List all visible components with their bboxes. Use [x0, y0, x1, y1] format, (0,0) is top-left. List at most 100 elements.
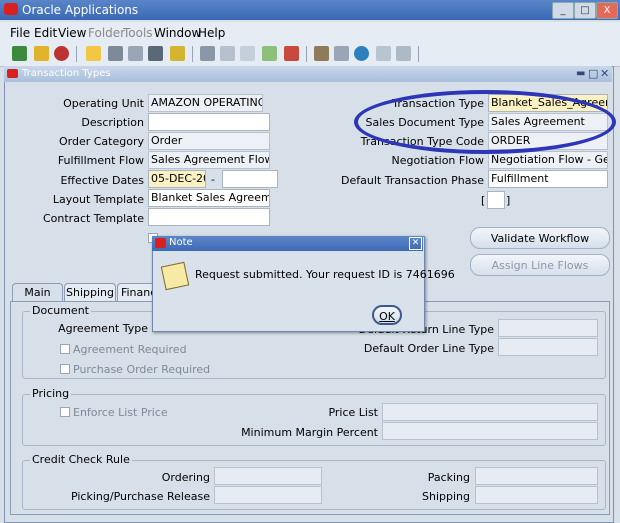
default-order-line-type-field[interactable]: [498, 338, 598, 356]
flexfield-bracket-close: ]: [506, 194, 511, 207]
packing-label: Packing: [427, 471, 470, 484]
form-title-bar: Transaction Types ▬ □ ✕: [4, 66, 612, 82]
ordering-label: Ordering: [161, 471, 210, 484]
paste-icon[interactable]: [240, 46, 255, 61]
note-dialog-title: Note: [169, 237, 193, 248]
negotiation-flow-label: Negotiation Flow: [391, 154, 485, 167]
assign-line-flows-button[interactable]: Assign Line Flows: [470, 254, 610, 276]
ok-button[interactable]: OK: [372, 305, 402, 325]
descriptive-flexfield[interactable]: [487, 191, 505, 209]
shipping-field[interactable]: [475, 486, 598, 504]
menu-window[interactable]: Window: [154, 26, 201, 40]
tab-shipping[interactable]: Shipping: [64, 283, 116, 301]
oracle-logo-icon: [155, 238, 166, 248]
description-field[interactable]: [148, 113, 270, 131]
packing-field[interactable]: [475, 467, 598, 485]
close-button[interactable]: X: [596, 2, 618, 19]
zoom-record-icon[interactable]: [334, 46, 349, 61]
effective-date-from-field[interactable]: 05-DEC-201: [148, 170, 206, 188]
save-proceed-icon[interactable]: [128, 46, 143, 61]
toolbar-separator: [306, 46, 307, 62]
menu-view[interactable]: View: [58, 26, 86, 40]
form-maximize-icon[interactable]: □: [588, 67, 598, 80]
minimize-button[interactable]: _: [552, 2, 574, 19]
shipping-label: Shipping: [422, 490, 470, 503]
agreement-required-checkbox[interactable]: Agreement Required: [60, 343, 187, 356]
operating-unit-label: Operating Unit: [63, 97, 144, 110]
form-close-icon[interactable]: ✕: [600, 67, 609, 80]
tab-main[interactable]: Main: [12, 283, 63, 302]
menu-help[interactable]: Help: [198, 26, 225, 40]
toolbar-separator: [418, 46, 419, 62]
app-title: Oracle Applications: [22, 3, 139, 17]
contract-template-field[interactable]: [148, 208, 270, 226]
toolbar: ?: [0, 42, 620, 104]
copy-icon[interactable]: [220, 46, 235, 61]
picking-release-field[interactable]: [214, 486, 322, 504]
menu-folder[interactable]: Folder: [88, 26, 125, 40]
highlight-ellipse: [354, 90, 616, 154]
agreement-required-label: Agreement Required: [73, 343, 187, 356]
fulfillment-flow-field[interactable]: Sales Agreement Flow - G: [148, 151, 270, 169]
new-row-icon[interactable]: [262, 46, 277, 61]
zoom-icon[interactable]: [54, 46, 69, 61]
menu-bar: File Edit View Folder Tools Window Help: [0, 22, 620, 42]
minimum-margin-field[interactable]: [382, 422, 598, 440]
attachments-icon[interactable]: [376, 46, 391, 61]
price-list-field[interactable]: [382, 403, 598, 421]
fulfillment-flow-label: Fulfillment Flow: [57, 154, 144, 167]
maximize-button[interactable]: □: [574, 2, 596, 19]
price-list-label: Price List: [328, 406, 378, 419]
minimum-margin-label: Minimum Margin Percent: [241, 426, 378, 439]
effective-date-to-field[interactable]: [222, 170, 278, 188]
default-order-line-type-label: Default Order Line Type: [363, 342, 494, 355]
enforce-list-price-checkbox[interactable]: Enforce List Price: [60, 406, 168, 419]
folder-tools-icon[interactable]: [396, 46, 411, 61]
menu-file[interactable]: File: [10, 26, 30, 40]
layout-template-field[interactable]: Blanket Sales Agreement: [148, 189, 270, 207]
po-required-label: Purchase Order Required: [73, 363, 211, 376]
app-title-bar: Oracle Applications _ □ X: [0, 0, 620, 20]
default-return-line-type-field[interactable]: [498, 319, 598, 337]
checkbox-box: [60, 364, 70, 374]
picking-release-label: Picking/Purchase Release: [70, 490, 210, 503]
default-transaction-phase-field[interactable]: Fulfillment: [488, 170, 608, 188]
open-folder-icon[interactable]: [86, 46, 101, 61]
ordering-field[interactable]: [214, 467, 322, 485]
checkbox-box: [60, 344, 70, 354]
close-form-icon[interactable]: [170, 46, 185, 61]
dialog-close-icon[interactable]: ✕: [409, 237, 422, 250]
save-icon[interactable]: [108, 46, 123, 61]
form-title: Transaction Types: [22, 68, 111, 79]
negotiation-flow-field[interactable]: Negotiation Flow - Generic: [488, 151, 608, 169]
validate-workflow-button[interactable]: Validate Workflow: [470, 227, 610, 249]
order-category-label: Order Category: [58, 135, 144, 148]
menu-edit[interactable]: Edit: [34, 26, 57, 40]
po-required-checkbox[interactable]: Purchase Order Required: [60, 363, 210, 376]
date-range-separator: -: [211, 173, 215, 186]
print-icon[interactable]: [148, 46, 163, 61]
edit-field-icon[interactable]: [314, 46, 329, 61]
agreement-type-label: Agreement Type: [58, 322, 148, 335]
oracle-logo-icon: [4, 3, 18, 15]
document-group-title: Document: [30, 304, 91, 317]
translations-icon[interactable]: [354, 46, 369, 61]
note-dialog-title-bar: Note ✕: [152, 236, 423, 251]
navigator-icon[interactable]: [34, 46, 49, 61]
cut-icon[interactable]: [200, 46, 215, 61]
description-label: Description: [81, 116, 144, 129]
form-minimize-icon[interactable]: ▬: [576, 68, 585, 79]
menu-tools[interactable]: Tools: [123, 26, 153, 40]
dialog-message: Request submitted. Your request ID is 74…: [195, 268, 455, 281]
delete-icon[interactable]: [284, 46, 299, 61]
oracle-logo-icon: [7, 69, 18, 78]
new-record-icon[interactable]: [12, 46, 27, 61]
order-category-field[interactable]: Order: [148, 132, 270, 150]
flexfield-bracket-open: [: [481, 194, 486, 207]
operating-unit-field[interactable]: AMAZON OPERATING: [148, 94, 263, 112]
credit-check-group-title: Credit Check Rule: [30, 453, 132, 466]
default-transaction-phase-label: Default Transaction Phase: [341, 174, 484, 187]
checkbox-box: [60, 407, 70, 417]
toolbar-separator: [76, 46, 77, 62]
enforce-list-price-label: Enforce List Price: [73, 406, 168, 419]
